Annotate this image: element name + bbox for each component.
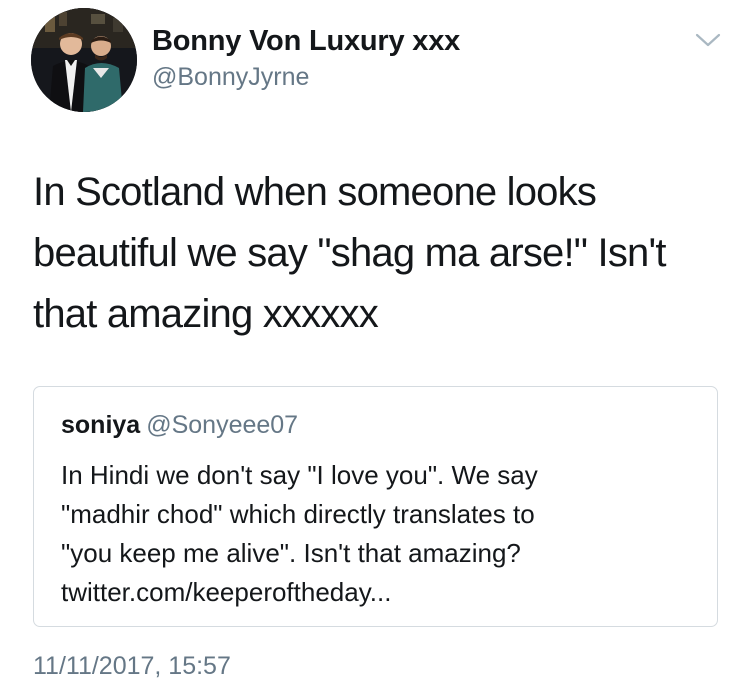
quoted-tweet-card[interactable]: soniya @Sonyeee07 In Hindi we don't say "… <box>33 386 718 627</box>
tweet-text: In Scotland when someone looks beautiful… <box>33 170 666 336</box>
quoted-tweet-line: "madhir chod" which directly translates … <box>61 499 535 529</box>
quoted-tweet-text: In Hindi we don't say "I love you". We s… <box>61 456 701 612</box>
quoted-tweet-line: In Hindi we don't say "I love you". We s… <box>61 460 538 490</box>
author-handle[interactable]: @BonnyJyrne <box>152 63 309 92</box>
tweet-timestamp[interactable]: 11/11/2017, 15:57 <box>33 652 231 681</box>
quoted-tweet-line: "you keep me alive". Isn't that amazing? <box>61 538 521 568</box>
tweet: Bonny Von Luxury xxx @BonnyJyrne In Scot… <box>0 0 731 692</box>
quoted-tweet-link[interactable]: twitter.com/keeperoftheday... <box>61 573 701 612</box>
author-display-name[interactable]: Bonny Von Luxury xxx <box>152 25 460 58</box>
quoted-tweet-header: soniya @Sonyeee07 <box>61 411 298 440</box>
avatar[interactable] <box>31 8 137 112</box>
quoted-author-handle: @Sonyeee07 <box>146 411 299 439</box>
avatar-photo <box>31 8 137 112</box>
chevron-down-icon[interactable] <box>694 30 722 50</box>
quoted-author-name: soniya <box>61 411 141 439</box>
